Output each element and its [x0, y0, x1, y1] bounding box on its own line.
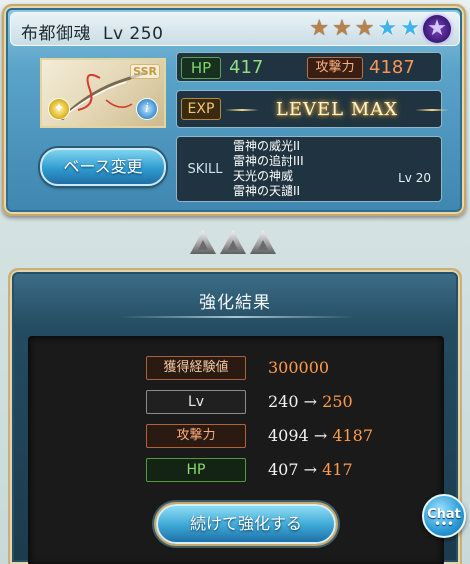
skill-item: 雷神の追討III	[233, 154, 304, 168]
attack-before: 4094	[268, 426, 309, 445]
attack-value: 4187	[369, 57, 415, 78]
skill-item: 天光の神威	[233, 169, 294, 183]
arrow-icon: →	[303, 392, 318, 411]
star-icon: ★	[377, 16, 398, 41]
exp-gain-value: 300000	[268, 356, 329, 380]
attack-change: 4094 → 4187	[268, 424, 373, 448]
chat-button[interactable]: Chat •••	[422, 494, 466, 538]
base-change-button[interactable]: ベース変更	[40, 148, 166, 186]
star-icon: ★	[332, 16, 352, 41]
chat-dots-icon: •••	[434, 519, 454, 530]
result-title: 強化結果	[199, 293, 271, 313]
stats-panel: HP 417 攻撃力 4187	[176, 52, 442, 82]
skill-label: SKILL	[187, 162, 223, 177]
weapon-title-bar: 布都御魂 Lv 250 ★ ★ ★ ★ ★ ★	[10, 12, 460, 46]
star-icon: ★	[354, 16, 375, 41]
level-change: 240 → 250	[268, 390, 353, 414]
weapon-level: Lv 250	[103, 24, 164, 44]
result-body: 獲得経験値 300000 Lv 240 → 250 攻撃力 4094 → 418…	[28, 336, 444, 564]
exp-label: EXP	[181, 98, 221, 120]
info-icon[interactable]: i	[136, 98, 158, 120]
hp-change-label: HP	[146, 458, 246, 482]
title-divider	[120, 316, 354, 318]
star-icon: ★	[309, 16, 330, 41]
hp-after: 417	[322, 460, 353, 479]
weapon-name-text: 布都御魂	[21, 24, 91, 44]
exp-panel: EXP LEVEL MAX	[176, 90, 449, 128]
exp-gain-label: 獲得経験値	[146, 356, 246, 380]
skill-list: 雷神の威光II 雷神の追討III 天光の神威 雷神の天譴II	[233, 139, 304, 199]
enhance-result-dialog: 強化結果 獲得経験値 300000 Lv 240 → 250 攻撃力 4094 …	[8, 268, 462, 564]
level-max-banner: LEVEL MAX	[225, 97, 449, 123]
attack-label: 攻撃力	[307, 57, 363, 79]
skill-level: Lv 20	[398, 171, 431, 185]
skill-item: 雷神の威光II	[233, 139, 301, 153]
attack-after: 4187	[332, 426, 374, 445]
rarity-stars: ★ ★ ★ ★ ★ ★	[309, 15, 451, 43]
skill-panel: SKILL 雷神の威光II 雷神の追討III 天光の神威 雷神の天譴II Lv …	[176, 136, 442, 202]
weapon-name: 布都御魂 Lv 250	[21, 19, 163, 44]
level-before: 240	[268, 392, 299, 411]
triangle-seal-icon	[190, 230, 216, 254]
star-icon: ★	[400, 16, 420, 41]
weapon-image: SSR ✦ i	[40, 58, 166, 128]
light-element-icon: ✦	[48, 98, 70, 120]
triangle-seal-icon	[250, 230, 276, 254]
uncap-triangles	[190, 230, 280, 256]
transcendence-star-icon: ★	[423, 15, 451, 43]
hp-value: 417	[229, 57, 264, 78]
attack-change-label: 攻撃力	[146, 424, 246, 448]
hp-change: 407 → 417	[268, 458, 353, 482]
arrow-icon: →	[313, 426, 328, 445]
level-label: Lv	[146, 390, 246, 414]
triangle-seal-icon	[220, 230, 246, 254]
hp-label: HP	[181, 57, 221, 79]
continue-enhance-button[interactable]: 続けて強化する	[156, 504, 336, 544]
arrow-icon: →	[303, 460, 318, 479]
hp-before: 407	[268, 460, 299, 479]
skill-item: 雷神の天譴II	[233, 184, 301, 198]
level-after: 250	[322, 392, 353, 411]
exp-gain-amount: 300000	[268, 358, 330, 377]
ssr-badge: SSR	[130, 64, 160, 79]
